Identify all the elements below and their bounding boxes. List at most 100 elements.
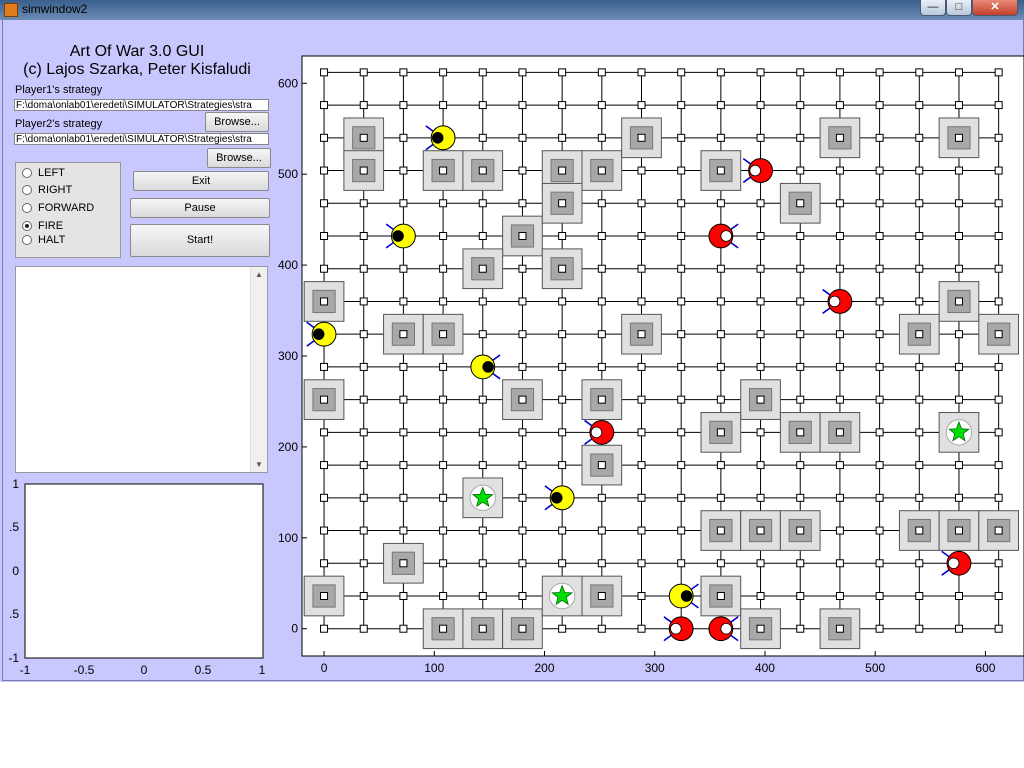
log-scrollbar[interactable]: ▲ ▼ bbox=[250, 267, 267, 472]
grid-node bbox=[835, 559, 844, 568]
grid-node bbox=[439, 264, 448, 273]
grid-node bbox=[320, 493, 329, 502]
grid-node bbox=[994, 264, 1003, 273]
grid-node bbox=[637, 101, 646, 110]
grid-node bbox=[518, 133, 527, 142]
grid-node bbox=[716, 101, 725, 110]
grid-node bbox=[518, 559, 527, 568]
grid-node bbox=[756, 395, 765, 404]
grid-node bbox=[835, 232, 844, 240]
board-x-tick-label: 200 bbox=[534, 661, 554, 675]
grid-node bbox=[915, 264, 924, 273]
radio-fire-label: FIRE bbox=[38, 220, 64, 232]
grid-node bbox=[399, 559, 408, 568]
small-axes-x-tick-neg0.5: -0.5 bbox=[74, 663, 95, 677]
grid-node bbox=[756, 297, 765, 306]
maximize-button[interactable]: □ bbox=[946, 0, 972, 16]
grid-node bbox=[399, 428, 408, 437]
radio-right[interactable]: RIGHT bbox=[22, 184, 72, 196]
small-axes-x-tick-0.5: 0.5 bbox=[195, 663, 212, 677]
player2-unit-core bbox=[720, 622, 732, 635]
grid-node bbox=[597, 592, 606, 600]
grid-node bbox=[439, 526, 448, 535]
grid-node bbox=[875, 68, 884, 77]
player1-strategy-path-field[interactable]: F:\doma\onlab01\eredeti\SIMULATOR\Strate… bbox=[14, 99, 269, 111]
radio-fire[interactable]: FIRE bbox=[22, 220, 64, 232]
radio-left[interactable]: LEFT bbox=[22, 167, 65, 179]
grid-node bbox=[399, 395, 408, 404]
grid-node bbox=[954, 592, 963, 600]
grid-node bbox=[478, 330, 487, 339]
grid-node bbox=[677, 297, 686, 306]
grid-node bbox=[518, 330, 527, 339]
grid-node bbox=[518, 493, 527, 502]
exit-button[interactable]: Exit bbox=[133, 171, 269, 191]
grid-node bbox=[915, 526, 924, 535]
grid-node bbox=[915, 199, 924, 208]
grid-node bbox=[835, 199, 844, 208]
grid-node bbox=[796, 199, 805, 208]
grid-node bbox=[399, 68, 408, 77]
grid-node bbox=[796, 330, 805, 339]
grid-node bbox=[637, 330, 646, 339]
grid-node bbox=[399, 493, 408, 502]
scroll-up-icon[interactable]: ▲ bbox=[255, 270, 263, 279]
title-bar: simwindow2 — □ ✕ bbox=[0, 0, 1024, 20]
close-button[interactable]: ✕ bbox=[972, 0, 1018, 16]
player2-unit-core bbox=[828, 295, 841, 308]
grid-node bbox=[558, 559, 567, 568]
grid-node bbox=[915, 362, 924, 371]
grid-node bbox=[399, 624, 408, 633]
small-axes-plot-area bbox=[24, 483, 264, 659]
grid-node bbox=[677, 199, 686, 208]
player2-unit-core bbox=[947, 557, 960, 570]
grid-node bbox=[558, 362, 567, 371]
grid-node bbox=[954, 232, 963, 240]
player2-strategy-path-field[interactable]: F:\doma\onlab01\eredeti\SIMULATOR\Strate… bbox=[14, 133, 269, 145]
log-listbox[interactable]: ▲ ▼ bbox=[15, 266, 268, 473]
grid-node bbox=[716, 428, 725, 437]
grid-node bbox=[716, 592, 725, 600]
grid-node bbox=[439, 330, 448, 339]
minimize-button[interactable]: — bbox=[920, 0, 946, 16]
grid-node bbox=[677, 428, 686, 437]
player2-unit-core bbox=[670, 622, 682, 635]
grid-node bbox=[637, 297, 646, 306]
grid-node bbox=[359, 395, 368, 404]
grid-node bbox=[994, 493, 1003, 502]
grid-node bbox=[875, 232, 884, 240]
grid-node bbox=[716, 133, 725, 142]
grid-node bbox=[320, 297, 329, 306]
grid-node bbox=[716, 166, 725, 175]
grid-node bbox=[915, 330, 924, 339]
grid-node bbox=[716, 493, 725, 502]
grid-node bbox=[915, 493, 924, 502]
scroll-down-icon[interactable]: ▼ bbox=[255, 460, 263, 469]
pause-button[interactable]: Pause bbox=[130, 198, 270, 218]
grid-node bbox=[835, 101, 844, 110]
grid-node bbox=[597, 133, 606, 142]
grid-node bbox=[399, 101, 408, 110]
grid-node bbox=[954, 395, 963, 404]
grid-node bbox=[320, 68, 329, 77]
player2-browse-button[interactable]: Browse... bbox=[207, 148, 271, 168]
grid-node bbox=[558, 395, 567, 404]
grid-node bbox=[756, 493, 765, 502]
start-button[interactable]: Start! bbox=[130, 224, 270, 257]
radio-forward[interactable]: FORWARD bbox=[22, 202, 94, 214]
small-axes-x-tick-1: 1 bbox=[259, 663, 266, 677]
grid-node bbox=[796, 166, 805, 175]
grid-node bbox=[518, 592, 527, 600]
grid-node bbox=[359, 493, 368, 502]
game-board[interactable]: 0 100 200 300 400 500 600 0 100 200 300 400 500 600 bbox=[272, 52, 1024, 680]
grid-node bbox=[915, 166, 924, 175]
grid-node bbox=[399, 526, 408, 535]
grid-node bbox=[597, 526, 606, 535]
grid-node bbox=[835, 362, 844, 371]
grid-node bbox=[320, 395, 329, 404]
radio-halt-dot bbox=[22, 235, 32, 245]
radio-halt[interactable]: HALT bbox=[22, 234, 65, 246]
grid-node bbox=[994, 133, 1003, 142]
grid-node bbox=[399, 330, 408, 339]
player1-browse-button[interactable]: Browse... bbox=[205, 112, 269, 132]
